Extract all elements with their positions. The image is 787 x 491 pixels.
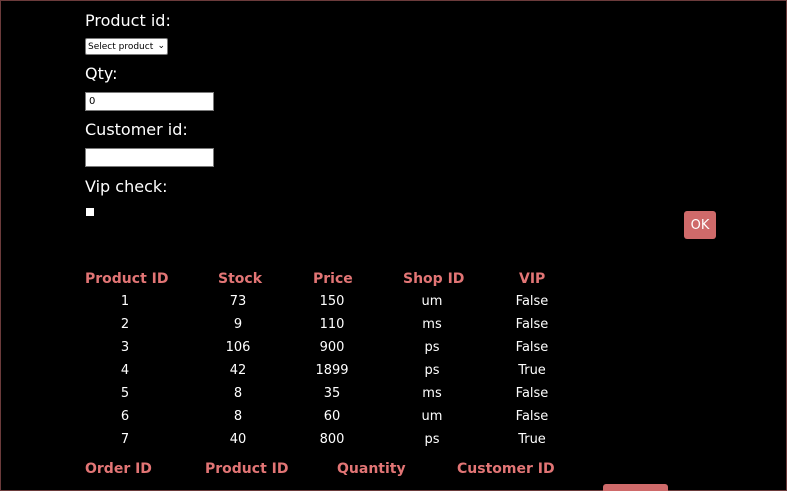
cell-vip: False	[515, 340, 549, 355]
cell-vip: False	[515, 294, 549, 309]
cell-product-id: 1	[120, 294, 130, 309]
customer-id-input[interactable]	[85, 148, 214, 167]
cell-vip: False	[515, 409, 549, 424]
cell-shop-id: ps	[424, 340, 440, 355]
cell-product-id: 5	[120, 386, 130, 401]
cell-stock: 8	[233, 409, 243, 424]
cell-stock: 106	[225, 340, 251, 355]
products-header-vip: VIP	[519, 271, 546, 287]
cell-price: 1899	[315, 363, 349, 378]
qty-input[interactable]: 0	[85, 92, 214, 111]
cell-vip: False	[515, 317, 549, 332]
cell-product-id: 7	[120, 432, 130, 447]
orders-header-quantity: Quantity	[337, 461, 406, 477]
cell-product-id: 6	[120, 409, 130, 424]
product-select[interactable]: Select product ⌄	[85, 38, 168, 55]
vip-checkbox[interactable]	[86, 208, 94, 216]
cell-stock: 40	[229, 432, 247, 447]
product-id-label: Product id:	[85, 11, 171, 30]
cell-price: 800	[319, 432, 345, 447]
products-header-shop-id: Shop ID	[403, 271, 465, 287]
cell-price: 150	[319, 294, 345, 309]
cell-product-id: 2	[120, 317, 130, 332]
cell-stock: 8	[233, 386, 243, 401]
product-select-value: Select product	[88, 41, 154, 52]
cell-product-id: 3	[120, 340, 130, 355]
qty-label: Qty:	[85, 64, 118, 83]
cell-shop-id: ps	[424, 432, 440, 447]
submit-button-partial[interactable]	[603, 484, 668, 491]
cell-price: 110	[319, 317, 345, 332]
orders-header-order-id: Order ID	[85, 461, 152, 477]
cell-price: 35	[323, 386, 341, 401]
vip-check-label: Vip check:	[85, 177, 168, 196]
cell-vip: True	[518, 363, 546, 378]
customer-id-label: Customer id:	[85, 120, 188, 139]
cell-stock: 42	[229, 363, 247, 378]
cell-price: 60	[323, 409, 341, 424]
cell-shop-id: ps	[424, 363, 440, 378]
products-header-price: Price	[313, 271, 353, 287]
chevron-down-icon: ⌄	[157, 41, 165, 51]
cell-shop-id: um	[421, 294, 443, 309]
ok-button[interactable]: OK	[684, 211, 716, 239]
cell-vip: True	[518, 432, 546, 447]
products-header-stock: Stock	[218, 271, 263, 287]
cell-shop-id: ms	[422, 317, 442, 332]
cell-shop-id: ms	[422, 386, 442, 401]
cell-product-id: 4	[120, 363, 130, 378]
cell-shop-id: um	[421, 409, 443, 424]
cell-stock: 9	[233, 317, 243, 332]
cell-stock: 73	[229, 294, 247, 309]
orders-header-customer-id: Customer ID	[457, 461, 555, 477]
products-header-product-id: Product ID	[85, 271, 169, 287]
cell-vip: False	[515, 386, 549, 401]
orders-header-product-id: Product ID	[205, 461, 289, 477]
cell-price: 900	[319, 340, 345, 355]
